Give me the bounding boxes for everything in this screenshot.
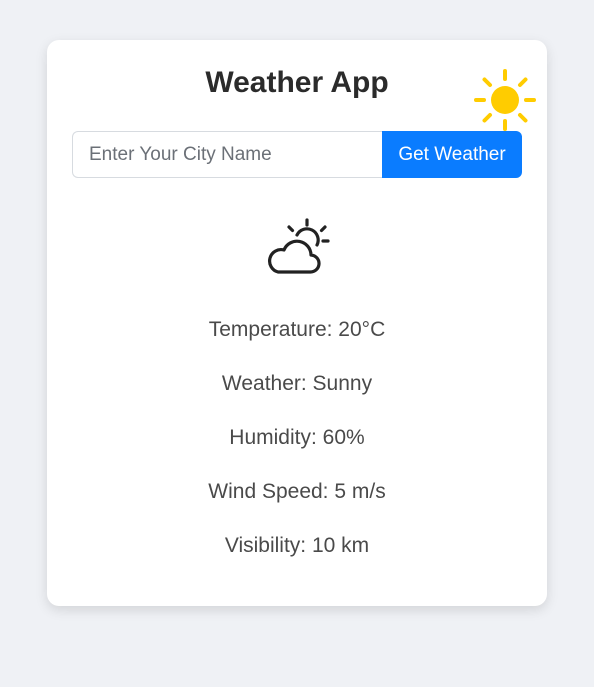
city-input[interactable] xyxy=(72,131,382,178)
get-weather-button[interactable]: Get Weather xyxy=(382,131,522,178)
app-title: Weather App xyxy=(205,66,389,99)
weather-card: Weather App Get Weather Temperature: 20°… xyxy=(47,40,547,606)
city-search-bar: Get Weather xyxy=(72,131,522,178)
partly-cloudy-icon xyxy=(268,218,330,274)
wind-speed-text: Wind Speed: 5 m/s xyxy=(208,480,386,503)
visibility-text: Visibility: 10 km xyxy=(224,534,370,557)
humidity-text: Humidity: 60% xyxy=(229,426,365,449)
weather-condition-text: Weather: Sunny xyxy=(221,372,373,395)
temperature-text: Temperature: 20°C xyxy=(208,318,386,341)
sun-icon xyxy=(474,69,536,131)
